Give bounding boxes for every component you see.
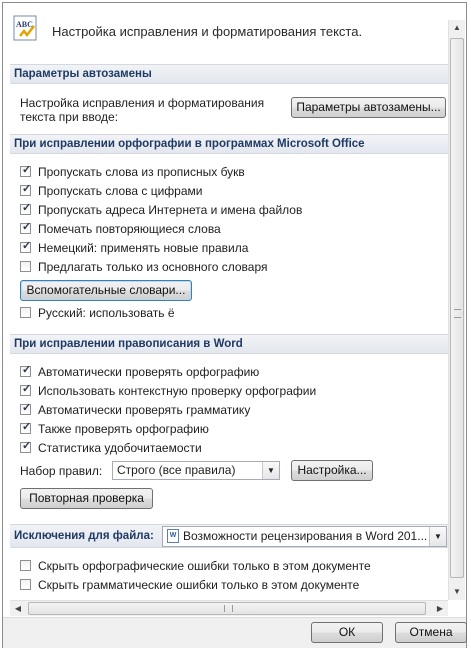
checkbox[interactable]: ✓ (20, 383, 32, 396)
checkbox[interactable] (20, 560, 31, 571)
checkbox[interactable] (20, 261, 31, 272)
checkbox[interactable]: ✓ (20, 421, 32, 434)
checkbox[interactable] (20, 307, 31, 318)
ruleset-select[interactable]: Строго (все правила) ▼ (112, 461, 280, 480)
checkbox[interactable] (20, 579, 31, 590)
autocorrect-description-line1: Настройка исправления и форматирования (20, 96, 265, 110)
svg-text:ABC: ABC (16, 20, 33, 29)
section-word-spelling-header: При исправлении правописания в Word (10, 334, 448, 354)
checkbox[interactable]: ✓ (20, 221, 32, 234)
autocorrect-options-button[interactable]: Параметры автозамены... (291, 97, 446, 118)
checkmark-icon: ✓ (22, 240, 32, 252)
checkbox[interactable]: ✓ (20, 202, 32, 215)
grammar-settings-button[interactable]: Настройка... (291, 460, 373, 481)
checkmark-icon: ✓ (22, 164, 32, 176)
scroll-left-arrow-icon[interactable]: ◀ (10, 601, 26, 616)
grip-icon (454, 309, 461, 318)
ruleset-label: Набор правил: (20, 464, 103, 478)
vertical-scrollbar[interactable]: ▲ ▼ (448, 20, 465, 600)
cancel-button[interactable]: Отмена (395, 622, 467, 643)
checkbox[interactable]: ✓ (20, 164, 32, 177)
vertical-scroll-thumb[interactable] (450, 38, 464, 578)
scroll-right-arrow-icon[interactable]: ▶ (432, 601, 448, 616)
checkmark-icon: ✓ (22, 183, 32, 195)
checkmark-icon: ✓ (22, 202, 32, 214)
checkmark-icon: ✓ (22, 221, 32, 233)
checkbox[interactable]: ✓ (20, 402, 32, 415)
recheck-document-button[interactable]: Повторная проверка (20, 488, 153, 509)
checkbox[interactable]: ✓ (20, 440, 32, 453)
checkbox[interactable]: ✓ (20, 364, 32, 377)
scroll-down-arrow-icon[interactable]: ▼ (449, 584, 465, 600)
section-autocorrect-header: Параметры автозамены (10, 64, 448, 84)
checkmark-icon: ✓ (22, 421, 32, 433)
exceptions-file-value: Возможности рецензирования в Word 201... (183, 529, 428, 543)
abc-spellcheck-icon: ABC (13, 15, 37, 41)
page-title: Настройка исправления и форматирования т… (52, 24, 363, 39)
chevron-down-icon[interactable]: ▼ (429, 527, 446, 546)
ok-button[interactable]: ОК (311, 622, 383, 643)
grip-icon (224, 605, 233, 612)
checkbox[interactable]: ✓ (20, 240, 32, 253)
checkmark-icon: ✓ (22, 402, 32, 414)
horizontal-scroll-thumb[interactable] (28, 602, 426, 615)
exceptions-file-select[interactable]: W Возможности рецензирования в Word 201.… (162, 526, 447, 547)
word-document-icon: W (167, 529, 179, 543)
section-office-spelling-header: При исправлении орфографии в программах … (10, 134, 448, 154)
exceptions-label: Исключения для файла: (14, 530, 154, 542)
checkmark-icon: ✓ (22, 364, 32, 376)
ruleset-value: Строго (все правила) (117, 463, 236, 477)
custom-dictionaries-button[interactable]: Вспомогательные словари... (20, 280, 192, 301)
dialog-header: ABC Настройка исправления и форматирован… (12, 14, 452, 50)
checkbox[interactable]: ✓ (20, 183, 32, 196)
dialog-footer: ОК Отмена (3, 617, 467, 648)
checkmark-icon: ✓ (22, 440, 32, 452)
horizontal-scrollbar[interactable]: ◀ ▶ (10, 600, 448, 616)
autocorrect-description-line2: текста при вводе: (20, 110, 119, 124)
scroll-up-arrow-icon[interactable]: ▲ (449, 20, 465, 36)
chevron-down-icon[interactable]: ▼ (262, 462, 279, 479)
checkmark-icon: ✓ (22, 383, 32, 395)
